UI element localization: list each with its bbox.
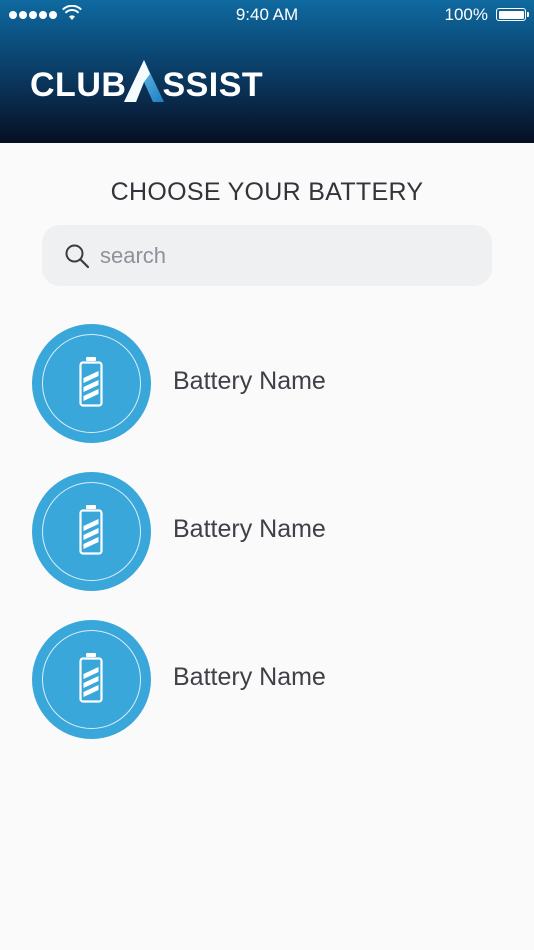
battery-icon	[79, 505, 103, 555]
logo-text-left: CLUB	[30, 66, 127, 104]
battery-list: Battery Name Battery Name Battery Name	[0, 324, 534, 768]
battery-avatar	[32, 620, 151, 739]
battery-avatar	[32, 324, 151, 443]
battery-list-item[interactable]: Battery Name	[0, 620, 534, 740]
triangle-a-mark-icon	[124, 60, 165, 102]
battery-percent: 100%	[444, 5, 488, 24]
status-bar: 9:40 AM 100%	[0, 0, 534, 30]
logo-text-right: SSIST	[162, 66, 264, 104]
battery-icon	[79, 357, 103, 407]
battery-name: Battery Name	[173, 367, 326, 395]
battery-list-item[interactable]: Battery Name	[0, 324, 534, 444]
search-box[interactable]	[42, 225, 492, 286]
app-header: 9:40 AM 100% CLUB SSIST	[0, 0, 534, 143]
search-icon	[65, 244, 90, 268]
battery-icon	[79, 653, 103, 703]
screen: 9:40 AM 100% CLUB SSIST CHOOSE YOUR BATT…	[0, 0, 534, 950]
battery-avatar	[32, 472, 151, 591]
battery-name: Battery Name	[173, 515, 326, 543]
club-assist-logo: CLUB SSIST	[30, 60, 263, 102]
page-title: CHOOSE YOUR BATTERY	[110, 178, 424, 206]
search-input[interactable]	[100, 242, 460, 269]
battery-status-icon	[496, 8, 529, 21]
battery-list-item[interactable]: Battery Name	[0, 472, 534, 592]
battery-name: Battery Name	[173, 663, 326, 691]
